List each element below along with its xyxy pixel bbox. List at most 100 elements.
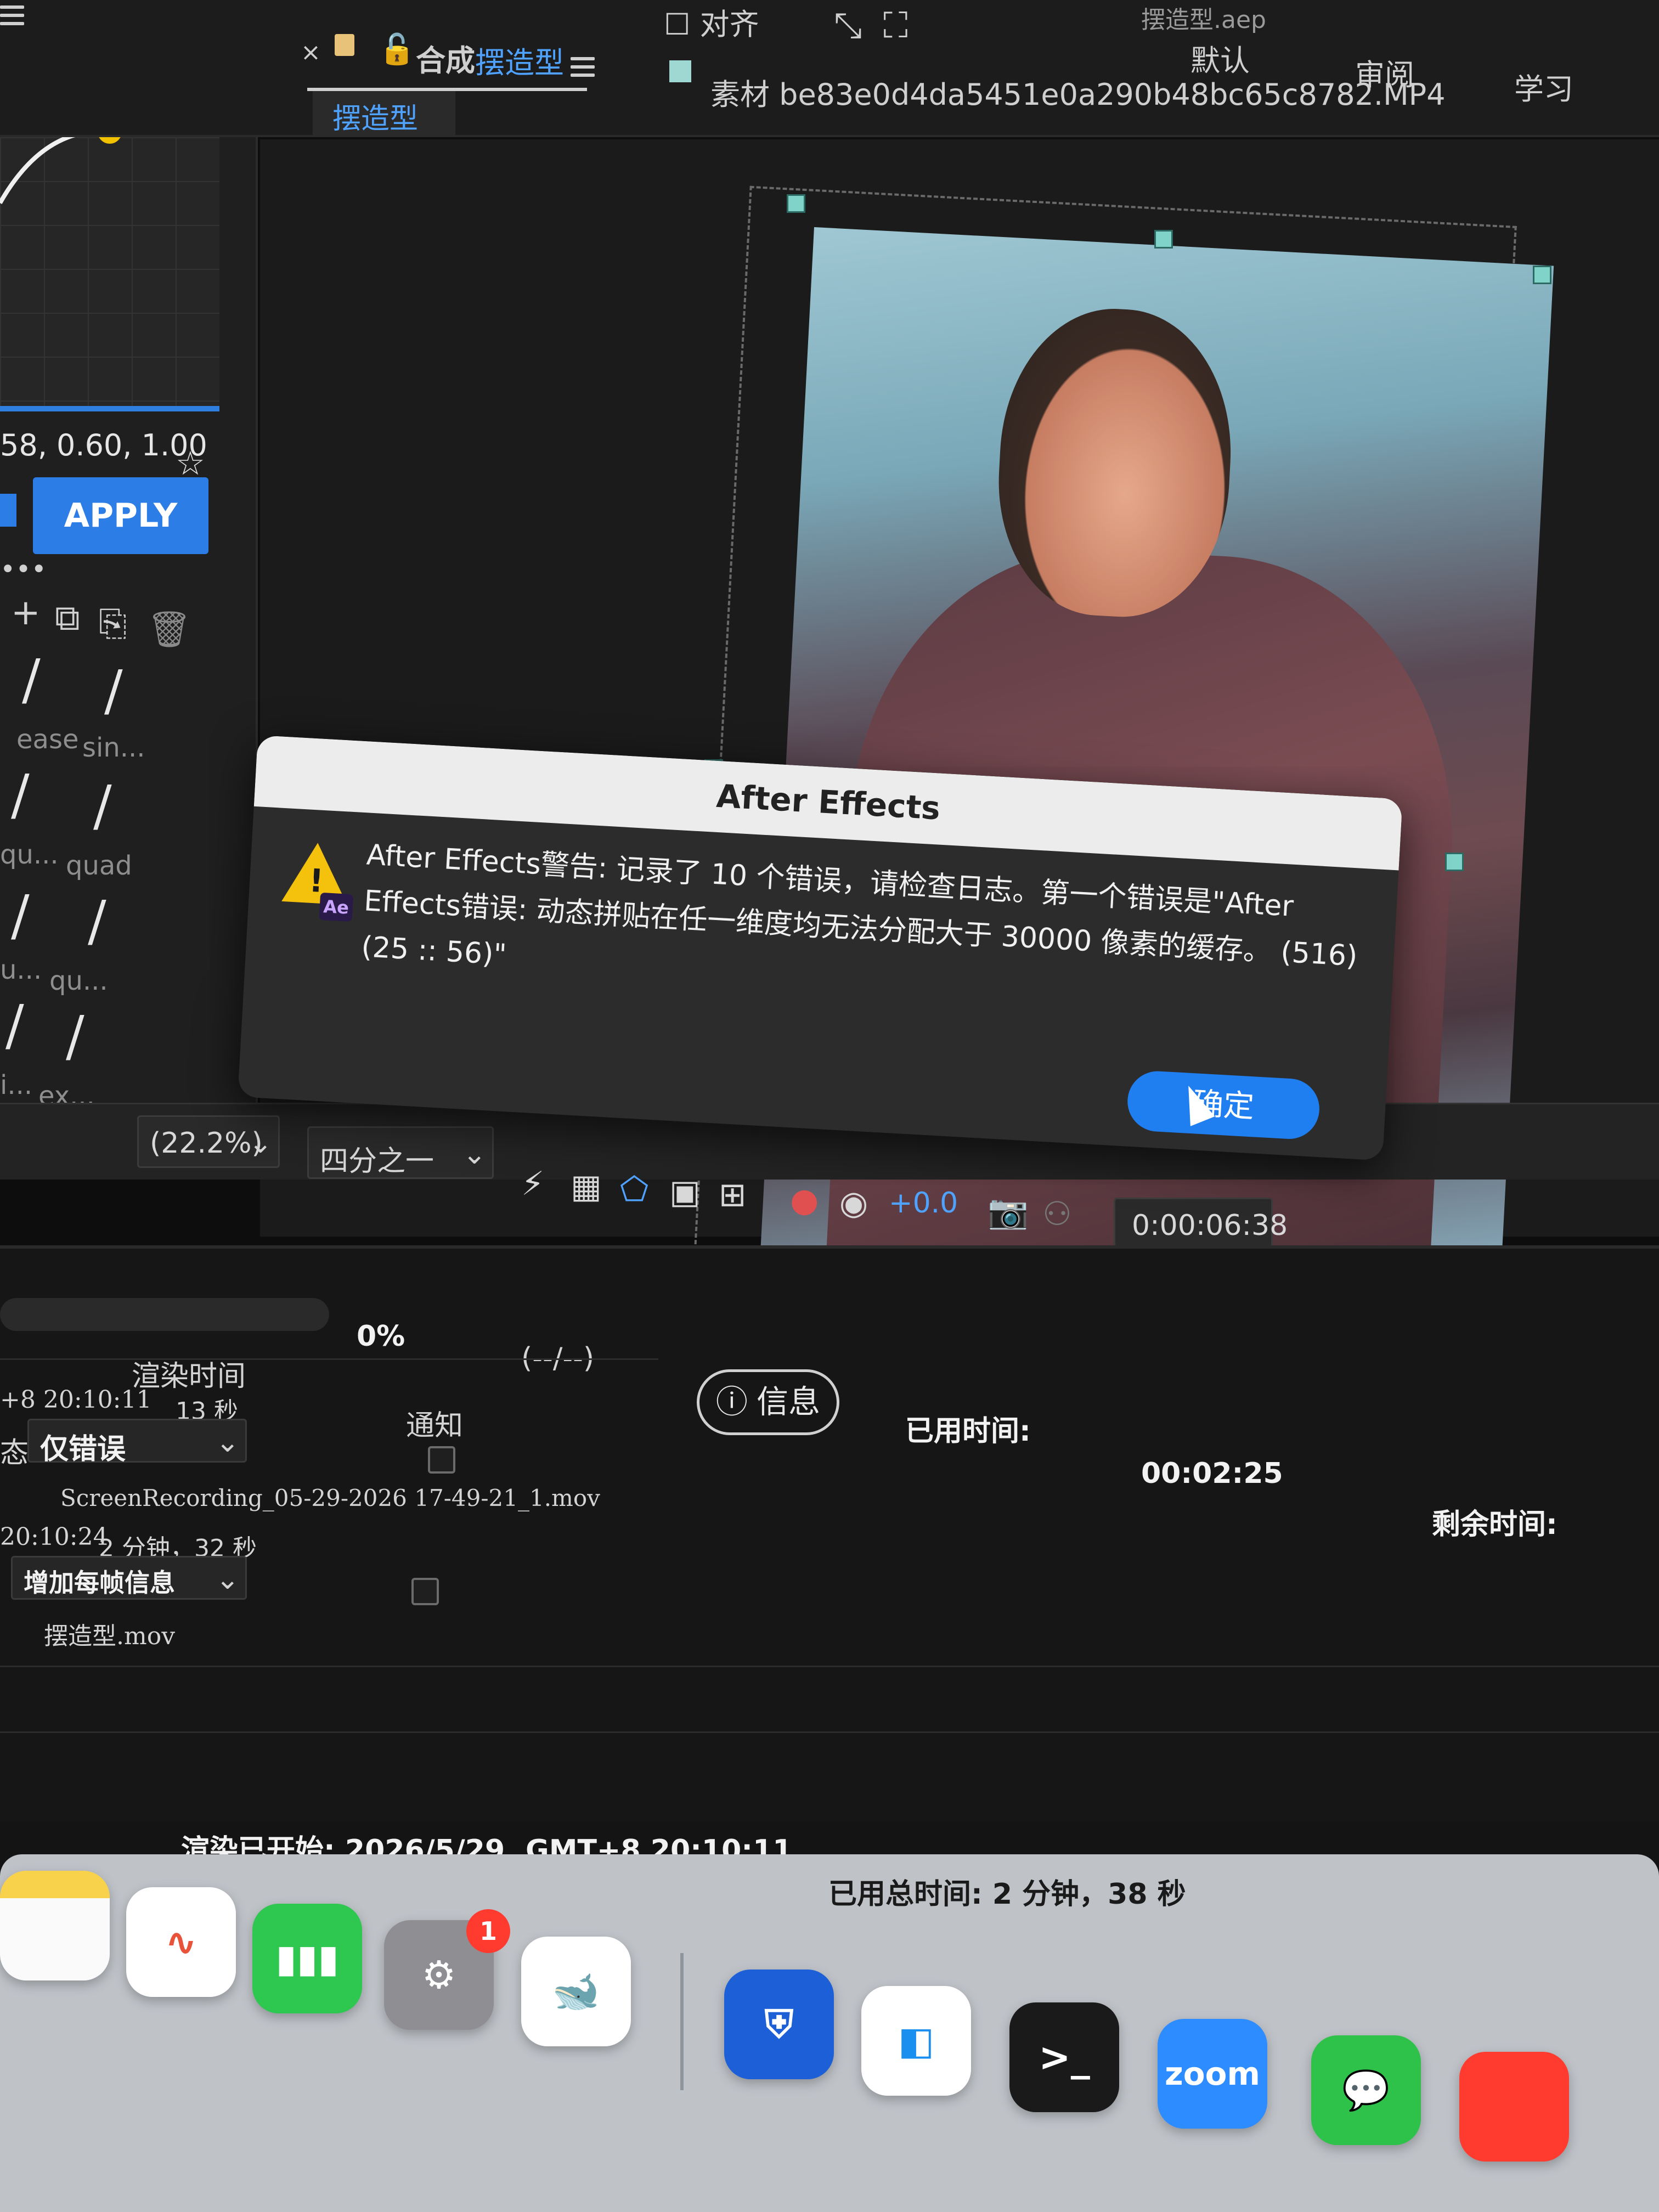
- preset-quad-in-glyph[interactable]: /: [11, 763, 30, 827]
- preset-quad-in-label: qu...: [0, 839, 59, 870]
- preset-circ-label: i...: [0, 1070, 33, 1101]
- vpn-shield-app-icon[interactable]: ⛨: [724, 1970, 834, 2079]
- add-preset-icon[interactable]: +: [11, 592, 41, 633]
- notes-app-icon[interactable]: [0, 1871, 110, 1980]
- fast-preview-icon[interactable]: ⚡: [521, 1165, 544, 1203]
- remaining-time-label: 剩余时间:: [1432, 1508, 1558, 1541]
- panel-menu-icon[interactable]: [0, 5, 24, 25]
- align-checkbox-label[interactable]: ☐ 对齐: [664, 0, 759, 43]
- item2-output-file[interactable]: 摆造型.mov: [44, 1616, 175, 1651]
- comp-breadcrumb[interactable]: 摆造型: [313, 91, 455, 136]
- preset-sin-glyph[interactable]: /: [104, 658, 123, 723]
- footage-tab-title[interactable]: 素材 be83e0d4da5451e0a290b48bc65c8782.MP4: [710, 70, 1446, 114]
- show-snapshot-icon[interactable]: ⚇: [1042, 1195, 1072, 1233]
- notification-badge: 1: [466, 1909, 510, 1953]
- chevron-down-icon: ⌄: [249, 1127, 273, 1160]
- tencent-meeting-app-icon[interactable]: ◧: [861, 1986, 971, 2096]
- render-progress-bar: [0, 1298, 329, 1331]
- preset-quart-glyph[interactable]: /: [88, 889, 106, 953]
- item1-start-time: +8 20:10:11: [0, 1386, 152, 1414]
- current-time-display[interactable]: 0:00:06:38: [1114, 1198, 1288, 1250]
- ae-app-icon: Ae: [319, 892, 354, 922]
- preset-quart-label: qu...: [49, 966, 108, 996]
- error-dialog: After Effects ! Ae After Effects警告: 记录了 …: [238, 735, 1403, 1161]
- transform-handle-tl[interactable]: [787, 194, 805, 213]
- preset-sin-label: sin...: [82, 732, 145, 763]
- exposure-reset-icon[interactable]: ◉: [839, 1184, 868, 1222]
- close-tab-icon[interactable]: ×: [301, 38, 321, 66]
- notify-checkbox-2[interactable]: [411, 1578, 439, 1605]
- zoom-app-icon[interactable]: zoom: [1158, 2019, 1267, 2129]
- workspace-review[interactable]: 审阅: [1355, 50, 1414, 94]
- channel-icon[interactable]: ●: [790, 1181, 819, 1220]
- bezier-curve-editor[interactable]: [0, 120, 231, 411]
- zoom-dropdown[interactable]: (22.2%) ⌄: [137, 1115, 280, 1168]
- red-app-icon[interactable]: [1459, 2052, 1569, 2162]
- lock-icon[interactable]: 🔓: [379, 32, 415, 67]
- log-level-dropdown[interactable]: 仅错误 ⌄: [27, 1419, 247, 1466]
- chevron-down-icon: ⌄: [216, 1563, 240, 1596]
- apply-button[interactable]: APPLY: [33, 477, 208, 554]
- info-button[interactable]: ⓘ 信息: [697, 1369, 839, 1435]
- preset-quad-glyph[interactable]: /: [93, 774, 112, 838]
- preset-circ-glyph[interactable]: /: [5, 993, 24, 1057]
- footage-swatch: [669, 60, 691, 82]
- exposure-value[interactable]: +0.0: [889, 1187, 958, 1220]
- transform-handle-tr[interactable]: [1533, 266, 1551, 284]
- comp-panel-menu-icon[interactable]: [571, 57, 595, 77]
- elapsed-time-label: 已用时间:: [905, 1415, 1031, 1448]
- total-elapsed-text: 已用总时间: 2 分钟，38 秒: [828, 1878, 1186, 1911]
- chevron-down-icon: ⌄: [462, 1138, 487, 1171]
- comp-tab-prefix: 合成: [416, 43, 475, 78]
- column-notify[interactable]: 通知: [406, 1402, 463, 1443]
- resolution-dropdown[interactable]: 四分之一 ⌄: [307, 1126, 494, 1179]
- transparency-grid-icon[interactable]: ▦: [571, 1167, 602, 1206]
- import-preset-icon[interactable]: ⧉: [55, 598, 80, 639]
- render-progress-percent: 0%: [357, 1320, 405, 1353]
- deepseek-app-icon[interactable]: 🐋: [521, 1937, 631, 2046]
- info-icon: ⓘ: [715, 1384, 748, 1420]
- preset-quint-glyph[interactable]: /: [11, 883, 30, 947]
- delete-preset-icon[interactable]: 🗑: [147, 609, 191, 650]
- export-preset-icon[interactable]: ⎘: [99, 603, 127, 644]
- easing-panel: 58, 0.60, 1.00 ☆ APPLY ••• + ⧉ ⎘ 🗑 / / e…: [0, 120, 258, 1141]
- item1-output-file[interactable]: ScreenRecording_05-29-2026 17-49-21_1.mo…: [60, 1485, 600, 1511]
- snap-icon[interactable]: ⤡: [834, 5, 862, 46]
- dock-separator: [680, 1953, 684, 2090]
- bezier-curve: [0, 120, 231, 204]
- elapsed-time-value: 00:02:25: [1141, 1457, 1283, 1490]
- preset-quad-label: quad: [66, 850, 132, 881]
- top-bar: × 🔓 合成 摆造型 摆造型 ☐ 对齐 ⤡ ⛶ 素材 be83e0d4da545…: [0, 0, 1659, 137]
- chevron-down-icon: ⌄: [216, 1426, 240, 1459]
- bezier-handle[interactable]: [98, 120, 122, 144]
- play-arrow-icon[interactable]: [0, 494, 16, 527]
- more-dots-icon[interactable]: •••: [0, 554, 47, 585]
- comp-tab-title[interactable]: 摆造型: [475, 38, 564, 82]
- terminal-app-icon[interactable]: >_: [1009, 2002, 1119, 2112]
- dialog-message: After Effects警告: 记录了 10 个错误，请检查日志。第一个错误是…: [360, 838, 1358, 973]
- preset-quint-label: u...: [0, 955, 42, 985]
- preset-expo-glyph[interactable]: /: [66, 1004, 84, 1068]
- expand-icon[interactable]: ⛶: [883, 5, 908, 46]
- numbers-app-icon[interactable]: ▮▮▮: [252, 1904, 362, 2013]
- comp-color-swatch: [335, 34, 354, 56]
- notify-checkbox-1[interactable]: [428, 1446, 455, 1474]
- item2-start-time: 20:10:24: [0, 1523, 109, 1551]
- wechat-app-icon[interactable]: 💬: [1311, 2035, 1421, 2145]
- render-queue-panel: 0% (--/--) ⓘ 信息 已用时间: 00:02:25 剩余时间: 渲染时…: [0, 1245, 1659, 1821]
- workspace-learn[interactable]: 学习: [1514, 65, 1573, 108]
- transform-handle-tc[interactable]: [1154, 230, 1173, 249]
- region-of-interest-icon[interactable]: ▣: [669, 1173, 701, 1211]
- guides-icon[interactable]: ⊞: [719, 1176, 746, 1214]
- snapshot-camera-icon[interactable]: 📷: [988, 1192, 1029, 1231]
- workspace-default[interactable]: 默认: [1190, 36, 1250, 80]
- transform-handle-mr[interactable]: [1445, 853, 1464, 871]
- preset-ease-label: ease: [16, 724, 79, 755]
- log-mode-dropdown[interactable]: 增加每帧信息 ⌄: [11, 1556, 247, 1600]
- mask-path-icon[interactable]: ⬠: [620, 1170, 648, 1209]
- freeform-app-icon[interactable]: ∿: [126, 1887, 236, 1997]
- ok-button[interactable]: 确定: [1126, 1069, 1321, 1141]
- preset-ease-glyph[interactable]: /: [22, 647, 41, 712]
- project-file-name: 摆造型.aep: [1141, 6, 1266, 34]
- macos-dock: 已用总时间: 2 分钟，38 秒 ∿ ▮▮▮ ⚙ 1 🐋 ⛨ ◧ >_ zoom…: [0, 1854, 1659, 2212]
